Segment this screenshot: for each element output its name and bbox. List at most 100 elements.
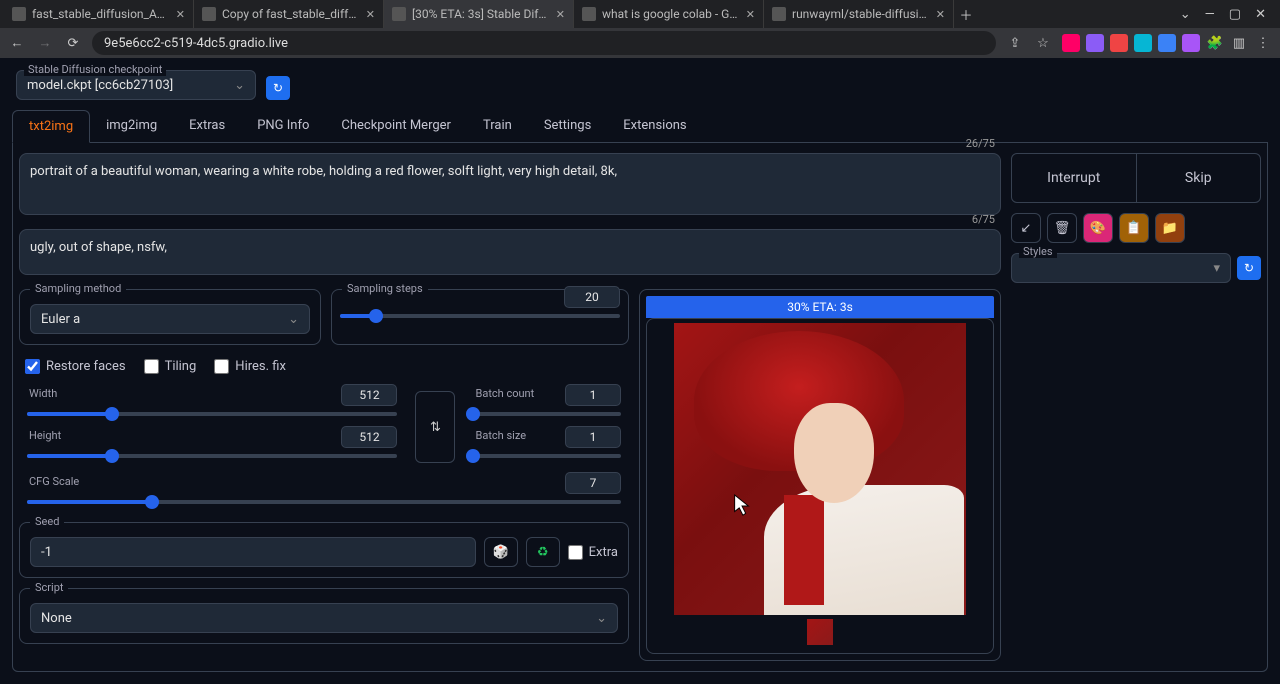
- tab-settings[interactable]: Settings: [528, 110, 607, 142]
- chevron-down-icon: ⌄: [596, 611, 607, 626]
- extension-icon[interactable]: [1134, 34, 1152, 52]
- sampling-method-select[interactable]: Euler a ⌄: [30, 304, 310, 334]
- trash-icon[interactable]: 🗑: [1047, 213, 1077, 243]
- tab-title: runwayml/stable-diffusion-v1: [792, 7, 930, 21]
- seed-recycle-button[interactable]: ♻: [526, 537, 560, 567]
- minimize-icon[interactable]: —: [1205, 7, 1215, 22]
- batch-count-value[interactable]: 1: [565, 384, 621, 406]
- close-icon[interactable]: ✕: [366, 8, 375, 21]
- width-value[interactable]: 512: [341, 384, 397, 406]
- interrupt-button[interactable]: Interrupt: [1012, 154, 1137, 202]
- back-button[interactable]: ←: [8, 34, 26, 52]
- browser-tab[interactable]: fast_stable_diffusion_AUTOMA✕: [4, 0, 194, 28]
- chevron-down-icon[interactable]: ⌄: [1180, 7, 1191, 22]
- favicon: [12, 7, 26, 21]
- tab-title: Copy of fast_stable_diffusion: [222, 7, 360, 21]
- refresh-styles-button[interactable]: ↻: [1237, 256, 1261, 280]
- batch-count-slider[interactable]: [473, 412, 621, 416]
- sampling-method-field: Sampling method Euler a ⌄: [19, 289, 321, 345]
- chevron-down-icon: ⌄: [234, 78, 245, 93]
- width-field: Width 512: [19, 388, 405, 424]
- tab-extras[interactable]: Extras: [173, 110, 241, 142]
- close-icon[interactable]: ✕: [1255, 7, 1266, 22]
- restore-faces-check[interactable]: Restore faces: [25, 359, 126, 374]
- field-label: Batch size: [475, 429, 526, 442]
- puzzle-icon[interactable]: 🧩: [1206, 34, 1224, 52]
- close-icon[interactable]: ✕: [556, 8, 565, 21]
- neg-prompt-input[interactable]: [19, 229, 1001, 275]
- batch-size-field: Batch size 1: [465, 430, 629, 466]
- folder-icon[interactable]: 📁: [1155, 213, 1185, 243]
- close-icon[interactable]: ✕: [936, 8, 945, 21]
- tab-train[interactable]: Train: [467, 110, 528, 142]
- token-counter: 26/75: [966, 137, 995, 150]
- browser-titlebar: fast_stable_diffusion_AUTOMA✕ Copy of fa…: [0, 0, 1280, 28]
- width-slider[interactable]: [27, 412, 397, 416]
- output-panel: 30% ETA: 3s ✕: [639, 289, 1001, 661]
- share-icon[interactable]: ⇪: [1006, 34, 1024, 52]
- height-value[interactable]: 512: [341, 426, 397, 448]
- tab-extensions[interactable]: Extensions: [607, 110, 702, 142]
- extension-icon[interactable]: [1158, 34, 1176, 52]
- field-label: Styles: [1019, 245, 1057, 258]
- field-label: Height: [29, 429, 61, 442]
- seed-extra-check[interactable]: Extra: [568, 537, 618, 567]
- field-label: Script: [30, 581, 68, 594]
- thumbnail[interactable]: [807, 619, 833, 645]
- height-slider[interactable]: [27, 454, 397, 458]
- browser-tab[interactable]: [30% ETA: 3s] Stable Diffusion✕: [384, 0, 574, 28]
- batch-size-slider[interactable]: [473, 454, 621, 458]
- refresh-checkpoint-button[interactable]: ↻: [266, 76, 290, 100]
- batch-count-field: Batch count 1: [465, 388, 629, 424]
- checkpoint-label: Stable Diffusion checkpoint: [24, 63, 166, 76]
- new-tab-button[interactable]: ＋: [954, 0, 978, 28]
- extension-icon[interactable]: [1110, 34, 1128, 52]
- maximize-icon[interactable]: ▢: [1229, 7, 1241, 22]
- batch-size-value[interactable]: 1: [565, 426, 621, 448]
- browser-tab[interactable]: Copy of fast_stable_diffusion ✕: [194, 0, 384, 28]
- swap-dims-button[interactable]: ⇅: [415, 391, 455, 463]
- field-label: Sampling steps: [342, 282, 428, 295]
- palette-icon[interactable]: 🎨: [1083, 213, 1113, 243]
- prompt-input[interactable]: [19, 153, 1001, 215]
- close-icon[interactable]: ✕: [746, 8, 755, 21]
- sampling-steps-value[interactable]: 20: [564, 286, 620, 308]
- arrow-icon[interactable]: ↙: [1011, 213, 1041, 243]
- star-icon[interactable]: ☆: [1034, 34, 1052, 52]
- seed-random-button[interactable]: 🎲: [484, 537, 518, 567]
- tiling-check[interactable]: Tiling: [144, 359, 197, 374]
- extension-icon[interactable]: [1086, 34, 1104, 52]
- url-text: 9e5e6cc2-c519-4dc5.gradio.live: [104, 36, 288, 51]
- seed-field: Seed 🎲 ♻ Extra: [19, 522, 629, 578]
- sampling-steps-slider[interactable]: [340, 314, 620, 318]
- browser-tab[interactable]: what is google colab - Google✕: [574, 0, 764, 28]
- forward-button[interactable]: →: [36, 34, 54, 52]
- generated-image[interactable]: [674, 323, 966, 615]
- tab-pnginfo[interactable]: PNG Info: [241, 110, 325, 142]
- field-label: CFG Scale: [29, 475, 79, 488]
- hires-fix-check[interactable]: Hires. fix: [214, 359, 286, 374]
- cfg-scale-value[interactable]: 7: [565, 472, 621, 494]
- reload-button[interactable]: ⟳: [64, 34, 82, 52]
- check-label: Tiling: [165, 359, 197, 374]
- script-select[interactable]: None ⌄: [30, 603, 618, 633]
- extension-icon[interactable]: [1062, 34, 1080, 52]
- image-preview: ✕: [646, 318, 994, 654]
- close-icon[interactable]: ✕: [176, 8, 185, 21]
- script-field: Script None ⌄: [19, 588, 629, 644]
- tab-checkpoint-merger[interactable]: Checkpoint Merger: [325, 110, 467, 142]
- tab-txt2img[interactable]: txt2img: [12, 110, 90, 143]
- skip-button[interactable]: Skip: [1137, 154, 1261, 202]
- tab-img2img[interactable]: img2img: [90, 110, 173, 142]
- url-input[interactable]: 9e5e6cc2-c519-4dc5.gradio.live: [92, 31, 996, 55]
- clipboard-icon[interactable]: 📋: [1119, 213, 1149, 243]
- favicon: [202, 7, 216, 21]
- extension-icon[interactable]: [1182, 34, 1200, 52]
- field-label: Width: [29, 387, 57, 400]
- sidepanel-icon[interactable]: ▥: [1230, 34, 1248, 52]
- browser-tab[interactable]: runwayml/stable-diffusion-v1 ✕: [764, 0, 954, 28]
- chevron-down-icon: ▾: [1213, 261, 1220, 276]
- menu-icon[interactable]: ⋮: [1254, 34, 1272, 52]
- cfg-scale-slider[interactable]: [27, 500, 621, 504]
- seed-input[interactable]: [30, 537, 476, 567]
